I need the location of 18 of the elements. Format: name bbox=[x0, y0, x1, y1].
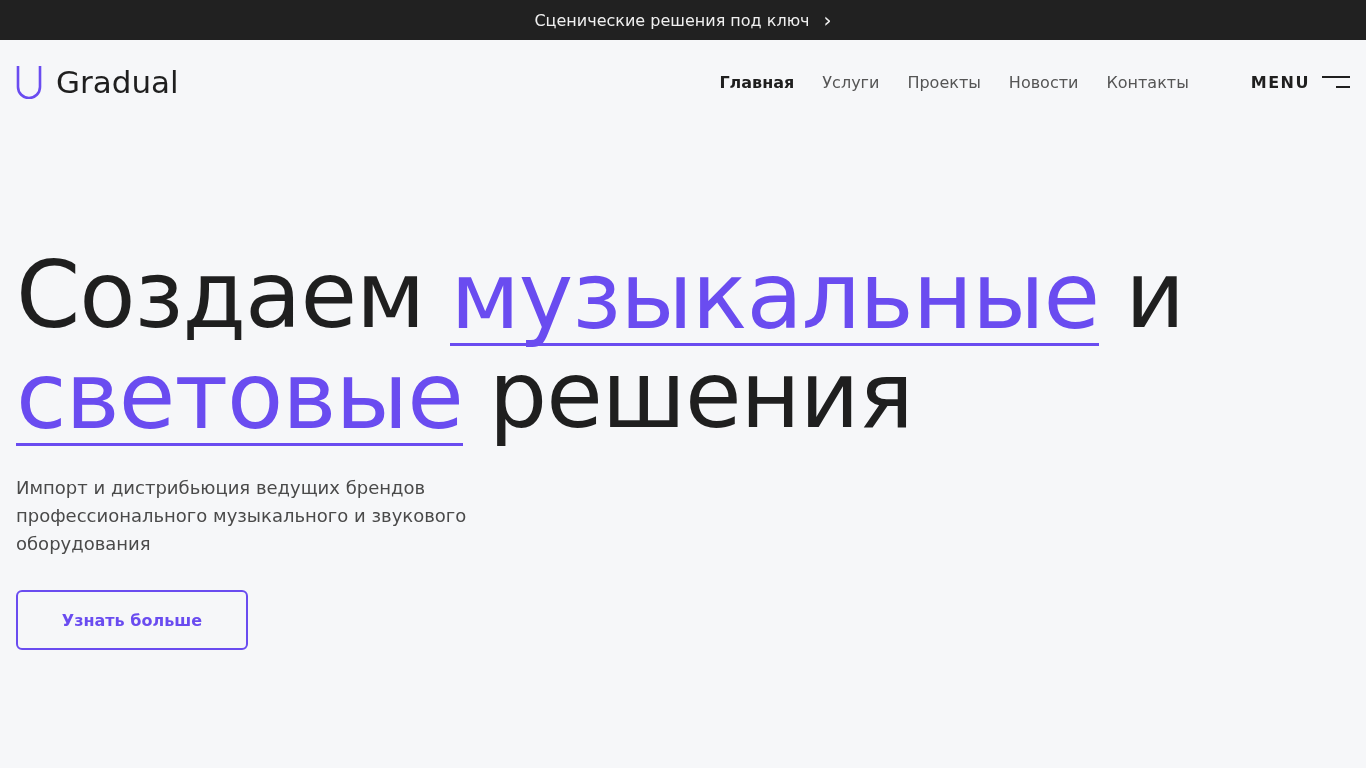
logo-wordmark[interactable]: Gradual bbox=[56, 64, 179, 100]
hamburger-icon bbox=[1322, 75, 1350, 89]
announcement-link[interactable]: Сценические решения под ключ bbox=[534, 10, 810, 30]
headline-word: Создаем bbox=[16, 246, 425, 346]
nav-link[interactable]: Контакты bbox=[1106, 72, 1189, 92]
logo-icon[interactable] bbox=[16, 65, 42, 99]
underlined-headline-word: музыкальные bbox=[450, 251, 1100, 346]
nav-link[interactable]: Услуги bbox=[822, 72, 880, 92]
chevron-icon[interactable]: › bbox=[823, 10, 832, 30]
hero-subtitle: Импорт и дистрибьюция ведущих брендов профессионального музыкального и звукового оборудования bbox=[16, 476, 468, 556]
headline-word: и bbox=[1125, 246, 1184, 346]
menu-button[interactable]: MENU bbox=[1250, 72, 1350, 92]
underlined-headline-word: световые bbox=[16, 351, 463, 446]
headline-word: решения bbox=[488, 346, 913, 446]
learn-more-button[interactable]: Узнать больше bbox=[16, 590, 248, 650]
nav-link[interactable]: Проекты bbox=[907, 72, 981, 92]
nav-link[interactable]: Главная bbox=[719, 72, 795, 92]
nav-link[interactable]: Новости bbox=[1008, 72, 1079, 92]
